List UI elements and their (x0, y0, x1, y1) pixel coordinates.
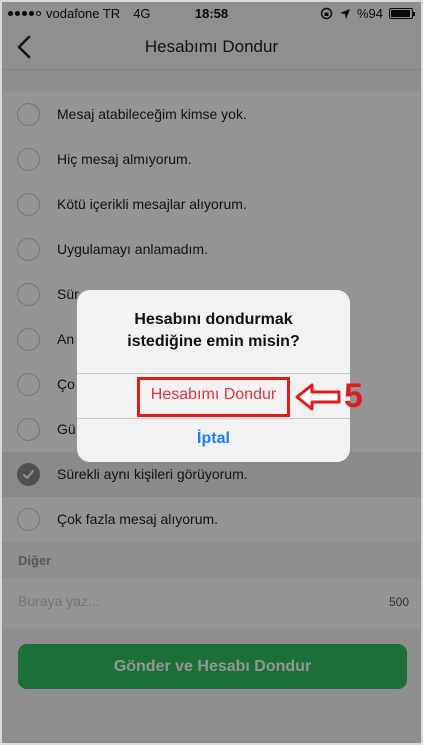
cancel-button[interactable]: İptal (77, 430, 350, 448)
dialog-divider (77, 418, 350, 419)
dialog-title: Hesabını dondurmak istediğine emin misin… (127, 311, 300, 350)
highlight-box (137, 377, 290, 417)
confirm-dialog: Hesabını dondurmak istediğine emin misin… (77, 290, 350, 462)
arrow-left-icon (295, 383, 341, 411)
step-number: 5 (344, 377, 363, 415)
app-screen: vodafone TR 4G 18:58 %94 Hesabımı Dondur… (0, 0, 423, 745)
dialog-divider (77, 373, 350, 374)
